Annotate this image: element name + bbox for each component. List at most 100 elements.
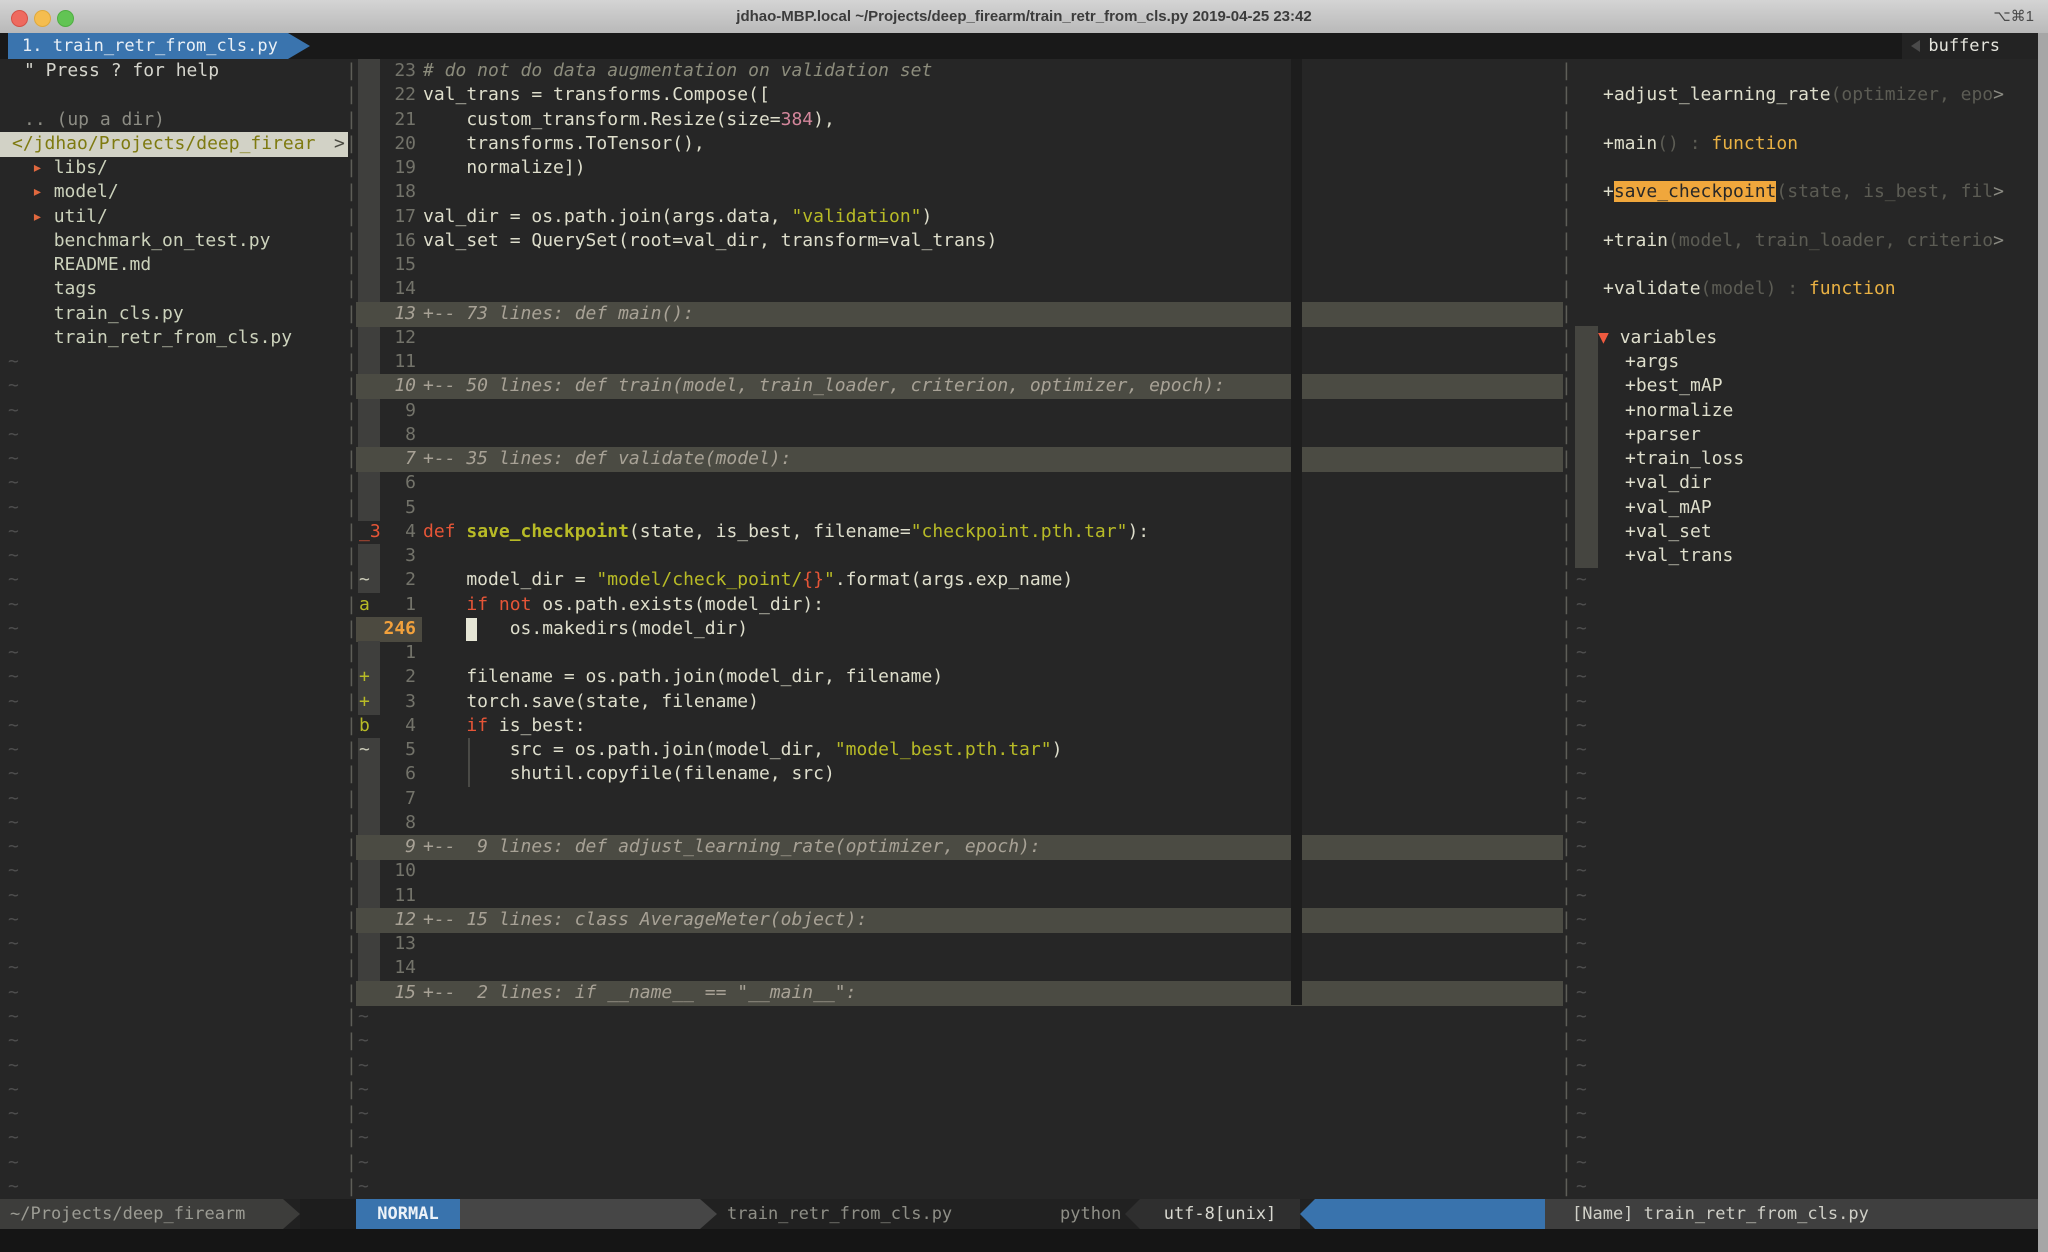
statusline-position-segment: 86% ≡ 246/284LN : 5	[1315, 1199, 1545, 1229]
separator-char: |	[346, 399, 357, 424]
separator-char: |	[346, 1151, 357, 1176]
folded-line[interactable]: +-- 50 lines: def train(model, train_loa…	[423, 374, 1225, 399]
truncate-char: >	[1993, 230, 2004, 251]
separator-char: |	[1561, 1029, 1572, 1054]
command-line[interactable]	[0, 1229, 2048, 1252]
git-hunks-branch-segment: +8 ~3 -3master⚡	[460, 1199, 700, 1229]
separator-char: |	[1561, 1005, 1572, 1030]
tagbar-var-val_set[interactable]: +val_set	[1625, 520, 1712, 545]
empty-line-tilde: ~	[1576, 665, 1587, 690]
nerdtree-item-READMEmd[interactable]: README.md	[32, 253, 151, 278]
terminal-scrollbar[interactable]	[2038, 33, 2048, 1252]
nerdtree-item-benchmark_on_testpy[interactable]: benchmark_on_test.py	[32, 229, 270, 254]
empty-line-tilde: ~	[1576, 908, 1587, 933]
code-line[interactable]: src = os.path.join(model_dir, "model_bes…	[423, 738, 1062, 763]
tagbar-var-train_loss[interactable]: +train_loss	[1625, 447, 1744, 472]
separator-char: |	[346, 253, 357, 278]
nerdtree-root-path[interactable]: </jdhao/Projects/deep_firear	[12, 132, 315, 157]
tagbar-var-val_trans[interactable]: +val_trans	[1625, 544, 1733, 569]
empty-line-tilde: ~	[1576, 1005, 1587, 1030]
nerdtree-item-model[interactable]: ▸ model/	[32, 180, 119, 205]
separator-char: |	[346, 83, 357, 108]
window-shortcut-badge: ⌥⌘1	[1993, 0, 2034, 33]
tagbar-tag-save_checkpoint[interactable]: +save_checkpoint(state, is_best, fil>	[1603, 180, 2004, 205]
code-line[interactable]: val_trans = transforms.Compose([	[423, 83, 770, 108]
code-line[interactable]: torch.save(state, filename)	[423, 690, 759, 715]
line-number: 23	[376, 59, 416, 84]
nerdtree-item-tags[interactable]: tags	[32, 277, 97, 302]
line-number: 2	[376, 665, 416, 690]
nerdtree-item-train_retr_from_clspy[interactable]: train_retr_from_cls.py	[32, 326, 292, 351]
code-line[interactable]: val_set = QuerySet(root=val_dir, transfo…	[423, 229, 997, 254]
empty-line-tilde: ~	[358, 1054, 369, 1079]
code-line[interactable]: transforms.ToTensor(),	[423, 132, 705, 157]
tagbar-tag-validate[interactable]: +validate(model) : function	[1603, 277, 1896, 302]
separator-char: |	[1561, 205, 1572, 230]
code-line[interactable]: custom_transform.Resize(size=384),	[423, 108, 835, 133]
tagbar-tag-adjust_learning_rate[interactable]: +adjust_learning_rate(optimizer, epo>	[1603, 83, 2004, 108]
code-line[interactable]: shutil.copyfile(filename, src)	[423, 762, 835, 787]
nerdtree-up-dir[interactable]: .. (up a dir)	[24, 108, 165, 133]
nerdtree-item-util[interactable]: ▸ util/	[32, 205, 108, 230]
code-line[interactable]: if not os.path.exists(model_dir):	[423, 593, 824, 618]
tagbar-var-val_mAP[interactable]: +val_mAP	[1625, 496, 1712, 521]
code-line[interactable]: if is_best:	[423, 714, 586, 739]
folded-line[interactable]: +-- 15 lines: class AverageMeter(object)…	[423, 908, 867, 933]
separator-char: |	[1561, 714, 1572, 739]
empty-line-tilde: ~	[8, 690, 19, 715]
tagbar-var-parser[interactable]: +parser	[1625, 423, 1701, 448]
line-number: 12	[376, 326, 416, 351]
code-line[interactable]: model_dir = "model/check_point/{}".forma…	[423, 568, 1073, 593]
folded-line[interactable]: +-- 9 lines: def adjust_learning_rate(op…	[423, 835, 1041, 860]
line-number: 21	[376, 108, 416, 133]
tagbar-var-best_mAP[interactable]: +best_mAP	[1625, 374, 1723, 399]
statusline: ~/Projects/deep_firearm NORMAL +8 ~3 -3m…	[0, 1199, 2048, 1229]
empty-line-tilde: ~	[1576, 1102, 1587, 1127]
tagbar-tag-main[interactable]: +main() : function	[1603, 132, 1798, 157]
separator-char: |	[1561, 690, 1572, 715]
tagbar-section-variables[interactable]: ▼ variables	[1598, 326, 1717, 351]
code-token: (state, is_best, filename=	[629, 521, 911, 542]
empty-line-tilde: ~	[1576, 1126, 1587, 1151]
line-number: 12	[376, 908, 416, 933]
file-label: benchmark_on_test.py	[54, 230, 271, 251]
separator-char: |	[1561, 811, 1572, 836]
tag-name: +adjust_learning_rate	[1603, 84, 1831, 105]
line-number: 6	[376, 471, 416, 496]
separator-char: |	[346, 956, 357, 981]
empty-line-tilde: ~	[8, 496, 19, 521]
cursor-block[interactable]	[466, 618, 477, 641]
code-line[interactable]: # do not do data augmentation on validat…	[423, 59, 932, 84]
code-line[interactable]: filename = os.path.join(model_dir, filen…	[423, 665, 943, 690]
kind-colon: :	[1776, 278, 1809, 299]
folded-line[interactable]: +-- 2 lines: if __name__ == "__main__":	[423, 981, 856, 1006]
separator-char: |	[346, 1005, 357, 1030]
tagbar-var-args[interactable]: +args	[1625, 350, 1679, 375]
code-token: 384	[781, 109, 814, 130]
tagbar-tag-train[interactable]: +train(model, train_loader, criterio>	[1603, 229, 2004, 254]
folded-line[interactable]: +-- 35 lines: def validate(model):	[423, 447, 791, 472]
code-token: save_checkpoint	[466, 521, 629, 542]
empty-line-tilde: ~	[1576, 811, 1587, 836]
tab-train-retr-from-cls[interactable]: 1. train_retr_from_cls.py	[8, 33, 310, 59]
code-line[interactable]: val_dir = os.path.join(args.data, "valid…	[423, 205, 932, 230]
statusline-gap	[300, 1199, 356, 1229]
sign-+: +	[359, 665, 370, 690]
separator-char: |	[1561, 787, 1572, 812]
tagbar-var-normalize[interactable]: +normalize	[1625, 399, 1733, 424]
tagbar-var-val_dir[interactable]: +val_dir	[1625, 471, 1712, 496]
window-title: jdhao-MBP.local ~/Projects/deep_firearm/…	[0, 0, 2048, 33]
nerdtree-item-libs[interactable]: ▸ libs/	[32, 156, 108, 181]
folded-line[interactable]: +-- 73 lines: def main():	[423, 302, 694, 327]
code-line[interactable]: def save_checkpoint(state, is_best, file…	[423, 520, 1149, 545]
line-number: 11	[376, 884, 416, 909]
line-number: 22	[376, 83, 416, 108]
truncate-char: >	[334, 132, 345, 157]
empty-line-tilde: ~	[8, 1029, 19, 1054]
empty-line-tilde: ~	[358, 1151, 369, 1176]
dir-label: util/	[54, 206, 108, 227]
code-token: shutil.copyfile(filename, src)	[423, 763, 835, 784]
nerdtree-item-train_clspy[interactable]: train_cls.py	[32, 302, 184, 327]
separator-char: |	[1561, 350, 1572, 375]
code-line[interactable]: normalize])	[423, 156, 586, 181]
